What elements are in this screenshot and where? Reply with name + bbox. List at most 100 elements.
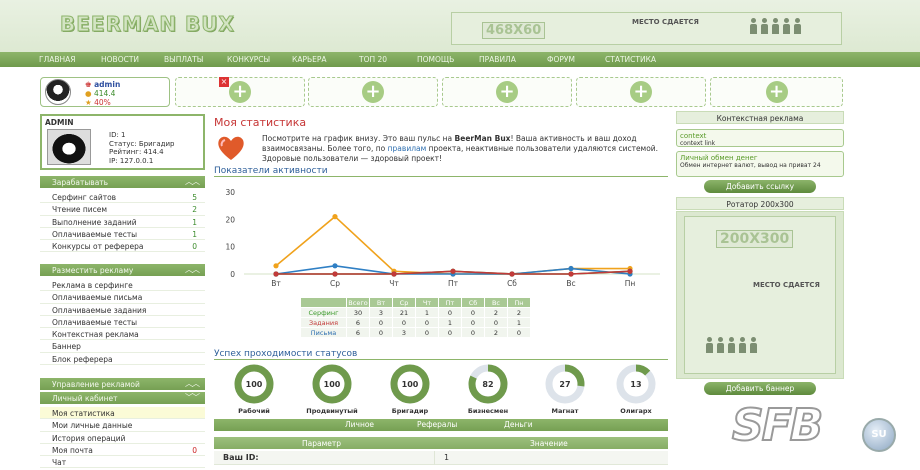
stats-col-header: Пн xyxy=(507,297,531,308)
stats-col-header: Всего xyxy=(346,297,370,308)
chevron-up-icon[interactable]: ︿︿ xyxy=(185,176,200,187)
plus-icon[interactable]: + xyxy=(229,81,251,103)
status-ring: 82 xyxy=(468,364,508,404)
sidebar-item-ad-context[interactable]: Контекстная реклама xyxy=(40,328,205,341)
nav-rules[interactable]: ПРАВИЛА xyxy=(479,55,516,64)
x-tick-label: Ср xyxy=(330,279,340,288)
sidebar-item-personal-data[interactable]: Мои личные данные xyxy=(40,419,205,432)
chevron-up-icon[interactable]: ︿︿ xyxy=(185,378,200,389)
people-icon xyxy=(705,337,757,353)
status-ring: 27 xyxy=(545,364,585,404)
cabinet-list: Моя статистика Мои личные данные История… xyxy=(40,407,205,469)
sidebar-item-my-stats[interactable]: Моя статистика xyxy=(40,407,205,420)
stats-cell: 3 xyxy=(369,307,393,318)
sidebar-item-tasks[interactable]: Выполнение заданий 1 xyxy=(40,216,205,228)
status-value: 27 xyxy=(559,380,570,389)
sidebar-item-ad-surfing[interactable]: Реклама в серфинге xyxy=(40,279,205,292)
sidebar-item-history[interactable]: История операций xyxy=(40,432,205,444)
status-ring: 100 xyxy=(312,364,352,404)
brand-name: BeerMan Bux xyxy=(454,134,511,143)
info-tabs: Личное Рефералы Деньги xyxy=(214,419,668,431)
site-logo[interactable]: BEERMAN BUX xyxy=(60,12,235,37)
advertise-header[interactable]: Разместить рекламу ︿︿ xyxy=(40,264,205,276)
sidebar-item-tests[interactable]: Оплачиваемые тесты 1 xyxy=(40,228,205,241)
context-ad[interactable]: context context link xyxy=(676,129,844,147)
rotator-title: Ротатор 200x300 xyxy=(676,197,844,210)
nav-help[interactable]: ПОМОЩЬ xyxy=(417,55,454,64)
sidebar-item-chat[interactable]: Чат xyxy=(40,456,205,469)
sidebar-item-mail[interactable]: Моя почта 0 xyxy=(40,444,205,457)
col-param: Параметр xyxy=(302,439,341,448)
tab-money[interactable]: Деньги xyxy=(504,420,533,429)
nav-home[interactable]: ГЛАВНАЯ xyxy=(39,55,75,64)
add-banner-button[interactable]: Добавить баннер xyxy=(704,382,816,395)
nav-top20[interactable]: ТОП 20 xyxy=(359,55,387,64)
nav-statistics[interactable]: СТАТИСТИКА xyxy=(605,55,656,64)
nav-forum[interactable]: ФОРУМ xyxy=(547,55,575,64)
page-title: Моя статистика xyxy=(214,116,307,129)
stats-cell: 0 xyxy=(415,317,439,328)
header: BEERMAN BUX 468X60 МЕСТО СДАЕТСЯ xyxy=(0,0,920,52)
sidebar-item-letters[interactable]: Чтение писем 2 xyxy=(40,203,205,216)
rotator-banner[interactable]: 200X300 МЕСТО СДАЕТСЯ xyxy=(684,216,836,374)
empty-slot[interactable]: + xyxy=(442,77,572,107)
empty-slot[interactable]: + xyxy=(308,77,438,107)
chevron-up-icon[interactable]: ︿︿ xyxy=(185,264,200,275)
sidebar-item-surfing[interactable]: Серфинг сайтов 5 xyxy=(40,191,205,204)
tab-personal[interactable]: Личное xyxy=(345,420,374,429)
sidebar-item-ad-tests[interactable]: Оплачиваемые тесты xyxy=(40,316,205,329)
nav-news[interactable]: НОВОСТИ xyxy=(101,55,139,64)
empty-slot[interactable]: + xyxy=(710,77,843,107)
nav-contests[interactable]: КОНКУРСЫ xyxy=(227,55,270,64)
y-tick-label: 30 xyxy=(225,188,235,197)
user-bar: ♚ admin ● 414.4 ★ 40% + × + + + + xyxy=(40,77,843,107)
earn-title: Зарабатывать xyxy=(52,178,109,187)
stats-col-header: Вс xyxy=(484,297,508,308)
plus-icon[interactable]: + xyxy=(630,81,652,103)
tab-referrals[interactable]: Рефералы xyxy=(417,420,457,429)
data-point xyxy=(627,268,633,274)
people-icon xyxy=(749,18,801,34)
add-link-button[interactable]: Добавить ссылку xyxy=(704,180,816,193)
manage-header[interactable]: Управление рекламой ︿︿ xyxy=(40,378,205,390)
sidebar-item-ref-contests[interactable]: Конкурсы от реферера 0 xyxy=(40,240,205,253)
sidebar-item-ad-letters[interactable]: Оплачиваемые письма xyxy=(40,291,205,304)
status-value: 100 xyxy=(246,380,263,389)
sidebar-item-ad-ref-block[interactable]: Блок реферера xyxy=(40,353,205,366)
empty-slot[interactable]: + × xyxy=(175,77,305,107)
stats-cell: 0 xyxy=(369,327,393,338)
profile-title: ADMIN xyxy=(45,118,74,127)
rules-link[interactable]: правилам xyxy=(388,144,427,153)
row-value: 1 xyxy=(444,453,450,462)
sidebar-item-ad-banner[interactable]: Баннер xyxy=(40,340,205,353)
activity-chart: 0 10 20 30 Вт Ср Чт Пт Сб Вс Пн xyxy=(225,188,660,288)
status-value: 100 xyxy=(324,380,341,389)
nav-career[interactable]: КАРЬЕРА xyxy=(292,55,327,64)
username[interactable]: admin xyxy=(94,80,120,89)
chevron-down-icon[interactable]: ﹀﹀ xyxy=(185,392,200,403)
top-banner[interactable]: 468X60 МЕСТО СДАЕТСЯ xyxy=(451,12,842,45)
context-ad[interactable]: Личный обмен денег Обмен интернет валют,… xyxy=(676,151,844,177)
empty-slot[interactable]: + xyxy=(576,77,706,107)
ad-title[interactable]: context xyxy=(680,132,840,140)
status-label: Бригадир xyxy=(391,407,429,415)
cabinet-header[interactable]: Личный кабинет ﹀﹀ xyxy=(40,392,205,404)
plus-icon[interactable]: + xyxy=(765,81,788,103)
stats-cell: 3 xyxy=(392,327,416,338)
data-point xyxy=(509,271,515,277)
plus-icon[interactable]: + xyxy=(496,81,518,103)
stats-row-label: Письма xyxy=(300,327,347,338)
nav-payouts[interactable]: ВЫПЛАТЫ xyxy=(164,55,203,64)
stats-cell: 1 xyxy=(507,317,531,328)
ad-title[interactable]: Личный обмен денег xyxy=(680,154,840,162)
sidebar-item-ad-tasks[interactable]: Оплачиваемые задания xyxy=(40,304,205,316)
cabinet-title: Личный кабинет xyxy=(52,394,118,403)
close-icon[interactable]: × xyxy=(219,77,229,87)
profile-id: ID: 1 xyxy=(109,131,126,139)
earn-header[interactable]: Зарабатывать ︿︿ xyxy=(40,176,205,188)
advertise-title: Разместить рекламу xyxy=(52,266,134,275)
stats-cell: 0 xyxy=(392,317,416,328)
plus-icon[interactable]: + xyxy=(362,81,384,103)
x-tick-label: Пт xyxy=(448,279,459,288)
user-slot[interactable]: ♚ admin ● 414.4 ★ 40% xyxy=(40,77,170,107)
